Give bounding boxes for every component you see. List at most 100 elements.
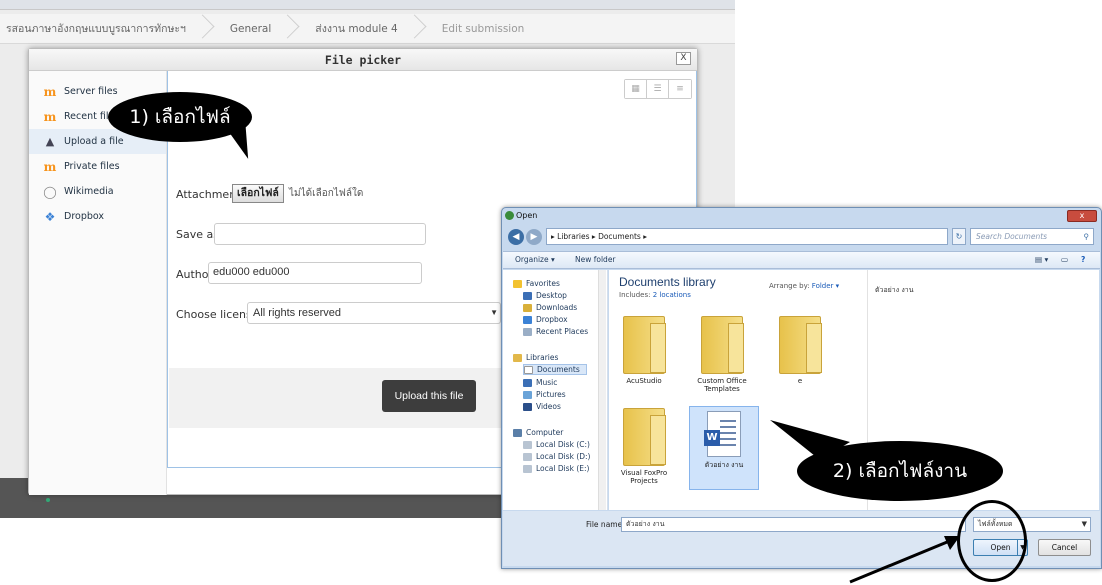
forward-icon[interactable]: ▶ — [526, 229, 542, 245]
folder-icon — [623, 316, 666, 374]
nav-libraries[interactable]: Libraries — [513, 352, 558, 363]
file-item-folder[interactable]: Custom Office Templates — [687, 316, 757, 393]
address-bar-row: ◀ ▶ ▸ Libraries ▸ Documents ▸ ↻ Search D… — [506, 227, 1098, 247]
includes-link[interactable]: 2 locations — [653, 291, 691, 299]
documents-icon — [524, 365, 533, 374]
view-options-icon[interactable]: ▤ ▾ — [1035, 252, 1048, 268]
repo-wikimedia[interactable]: ◯ Wikimedia — [29, 179, 166, 204]
videos-icon — [523, 402, 532, 411]
breadcrumb-separator — [285, 14, 297, 44]
save-as-input[interactable] — [214, 223, 426, 245]
new-folder-button[interactable]: New folder — [575, 252, 616, 268]
repo-dropbox[interactable]: ❖ Dropbox — [29, 204, 166, 229]
file-item-folder[interactable]: e — [765, 316, 835, 385]
license-select[interactable]: All rights reserved ▼ — [247, 302, 501, 324]
nav-recent-places[interactable]: Recent Places — [523, 326, 588, 337]
nav-label: Music — [536, 378, 558, 387]
scrollbar[interactable] — [598, 270, 606, 510]
nav-favorites[interactable]: Favorites — [513, 278, 560, 289]
repo-label: Server files — [64, 86, 118, 97]
breadcrumb-item-general[interactable]: General — [212, 14, 285, 44]
breadcrumb-item-assignment[interactable]: ส่งงาน module 4 — [297, 14, 411, 44]
help-icon[interactable]: ? — [1081, 252, 1085, 268]
tree-view-icon[interactable]: ≡ — [669, 80, 691, 98]
back-icon[interactable]: ◀ — [508, 229, 524, 245]
wikimedia-icon: ◯ — [43, 184, 57, 199]
address-bar[interactable]: ▸ Libraries ▸ Documents ▸ — [546, 228, 948, 245]
dialog-titlebar: Open x — [502, 208, 1101, 223]
nav-label: Desktop — [536, 291, 567, 300]
downloads-icon — [523, 303, 532, 312]
folder-icon — [623, 408, 666, 466]
nav-label: Documents — [537, 365, 580, 374]
word-document-icon: W — [704, 411, 741, 457]
file-item-word-document[interactable]: W ตัวอย่าง งาน — [689, 406, 759, 490]
preview-pane-text: ตัวอย่าง งาน — [875, 286, 914, 294]
nav-desktop[interactable]: Desktop — [523, 290, 567, 301]
nav-computer[interactable]: Computer — [513, 427, 563, 438]
nav-label: Local Disk (C:) — [536, 440, 590, 449]
file-picker-title: File picker — [29, 49, 697, 71]
close-button[interactable]: X — [676, 52, 691, 65]
license-value: All rights reserved — [253, 307, 342, 319]
icons-view-icon[interactable]: ▦ — [625, 80, 647, 98]
file-name: Visual FoxPro Projects — [620, 469, 668, 485]
arrange-by-dropdown[interactable]: Folder ▾ — [812, 282, 839, 290]
nav-label: Computer — [526, 428, 564, 437]
close-icon[interactable]: x — [1067, 210, 1097, 222]
moodle-icon: m — [43, 109, 57, 124]
nav-label: Videos — [536, 402, 561, 411]
file-name: AcuStudio — [626, 377, 662, 385]
callout-2: 2) เลือกไฟล์งาน — [797, 441, 1003, 501]
choose-file-button[interactable]: เลือกไฟล์ — [232, 184, 284, 203]
breadcrumb: รสอนภาษาอังกฤษแบบบูรณาการทักษะฯ General … — [0, 14, 735, 44]
folder-icon — [779, 316, 822, 374]
top-bar — [0, 0, 735, 10]
list-view-icon[interactable]: ☰ — [647, 80, 669, 98]
nav-label: Local Disk (D:) — [536, 452, 591, 461]
nav-pictures[interactable]: Pictures — [523, 389, 566, 400]
nav-local-disk-c[interactable]: Local Disk (C:) — [523, 439, 590, 450]
file-name-label: File name: — [586, 520, 625, 529]
nav-label: Dropbox — [536, 315, 568, 324]
organize-menu[interactable]: Organize ▾ — [515, 252, 555, 268]
status-dot — [46, 498, 50, 502]
upload-this-file-button[interactable]: Upload this file — [382, 380, 476, 412]
file-item-folder[interactable]: Visual FoxPro Projects — [609, 408, 679, 485]
breadcrumb-separator — [412, 14, 424, 44]
file-item-folder[interactable]: AcuStudio — [609, 316, 679, 385]
moodle-icon: m — [43, 84, 57, 99]
repo-private-files[interactable]: m Private files — [29, 154, 166, 179]
nav-music[interactable]: Music — [523, 377, 557, 388]
search-input[interactable]: Search Documents ⚲ — [970, 228, 1094, 245]
libraries-icon — [513, 353, 522, 362]
arrange-by: Arrange by: Folder ▾ — [769, 282, 839, 290]
author-input[interactable]: edu000 edu000 — [208, 262, 422, 284]
nav-documents[interactable]: Documents — [523, 364, 587, 375]
file-name: ตัวอย่าง งาน — [704, 461, 744, 469]
breadcrumb-item-course[interactable]: รสอนภาษาอังกฤษแบบบูรณาการทักษะฯ — [0, 14, 200, 44]
dialog-title: Open — [516, 211, 538, 220]
refresh-icon[interactable]: ↻ — [952, 228, 966, 245]
no-file-chosen-text: ไม่ได้เลือกไฟล์ใด — [289, 188, 364, 199]
search-icon: ⚲ — [1083, 232, 1090, 241]
dialog-toolbar: Organize ▾ New folder ▤ ▾ ▭ ? — [503, 251, 1100, 269]
repo-label: Upload a file — [64, 136, 124, 147]
nav-dropbox[interactable]: Dropbox — [523, 314, 568, 325]
recent-places-icon — [523, 327, 532, 336]
nav-label: Local Disk (E:) — [536, 464, 590, 473]
music-icon — [523, 378, 532, 387]
breadcrumb-item-edit-submission: Edit submission — [441, 22, 525, 35]
library-title: Documents library — [619, 275, 716, 289]
nav-downloads[interactable]: Downloads — [523, 302, 577, 313]
chevron-down-icon: ▼ — [1081, 520, 1087, 528]
chrome-icon — [505, 211, 514, 220]
upload-icon: ▲ — [45, 135, 55, 148]
preview-pane-icon[interactable]: ▭ — [1061, 252, 1068, 268]
nav-local-disk-d[interactable]: Local Disk (D:) — [523, 451, 590, 462]
nav-videos[interactable]: Videos — [523, 401, 561, 412]
attachment-label: Attachment — [176, 188, 241, 201]
address-path: ▸ Libraries ▸ Documents ▸ — [551, 232, 647, 241]
cancel-button[interactable]: Cancel — [1038, 539, 1091, 556]
nav-local-disk-e[interactable]: Local Disk (E:) — [523, 463, 589, 474]
